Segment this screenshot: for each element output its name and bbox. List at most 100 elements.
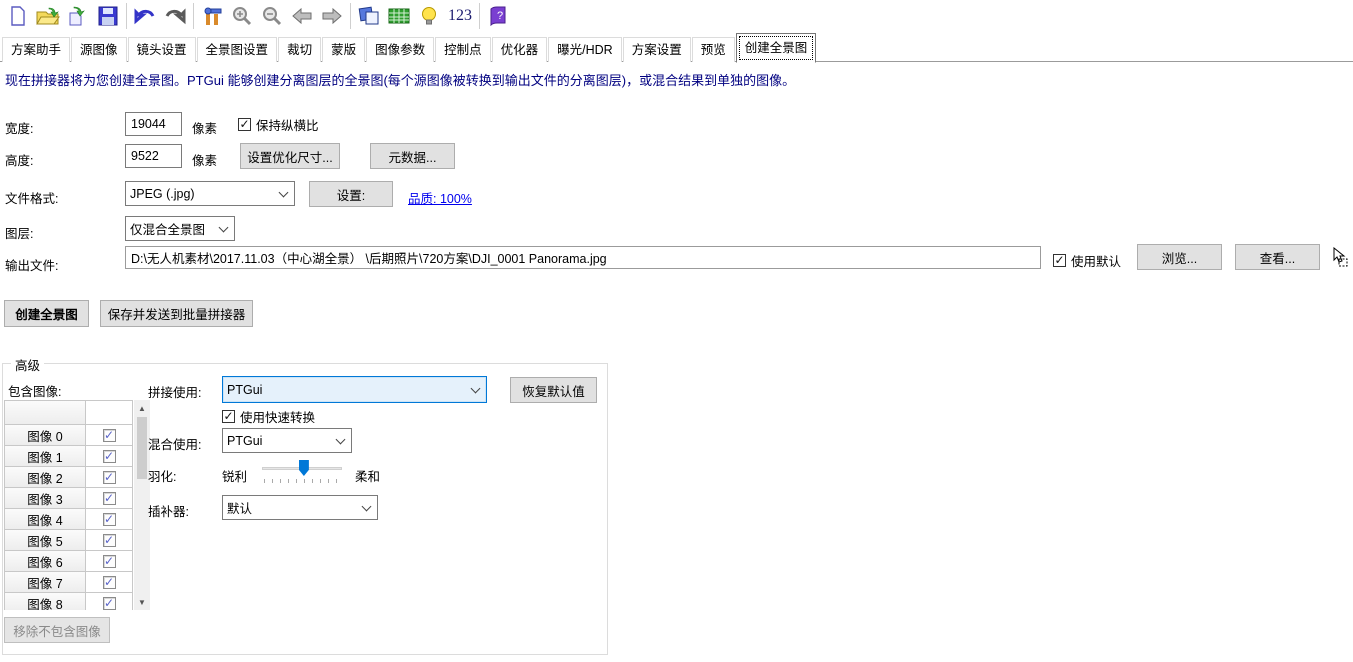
height-unit-label: 像素 [192,154,218,168]
apply-template-icon[interactable] [63,2,93,30]
tab-create-panorama[interactable]: 创建全景图 [735,33,817,63]
use-default-label: 使用默认 [1071,255,1122,269]
chevron-down-icon [335,434,346,444]
include-checkbox[interactable] [86,425,133,446]
main-toolbar: 123 ? [0,0,1353,31]
layers-select[interactable]: 仅混合全景图 [125,216,235,241]
checkbox-icon [1053,254,1066,267]
scroll-down-icon[interactable]: ▼ [134,594,150,610]
include-checkbox[interactable] [86,488,133,509]
table-row: 图像 5 [5,530,133,551]
numbers-icon[interactable]: 123 [444,7,476,25]
image-row-header[interactable]: 图像 1 [5,446,86,467]
image-row-header[interactable]: 图像 7 [5,572,86,593]
blend-using-select[interactable]: PTGui [222,428,352,453]
file-format-label: 文件格式: [5,192,59,206]
feather-max-label: 柔和 [355,470,381,484]
include-checkbox[interactable] [86,551,133,572]
keep-aspect-checkbox[interactable]: 保持纵横比 [238,115,319,134]
view-button[interactable]: 查看... [1235,244,1320,270]
zoom-out-icon[interactable] [257,2,287,30]
include-images-table: 图像 0 图像 1 图像 2 图像 3 图像 4 图像 5 图像 6 图像 7 … [4,400,150,610]
interpolator-select[interactable]: 默认 [222,495,378,520]
set-optimum-size-button[interactable]: 设置优化尺寸... [240,143,340,169]
image-row-header[interactable]: 图像 8 [5,593,86,610]
width-input[interactable] [125,112,182,136]
height-input[interactable] [125,144,182,168]
redo-icon[interactable] [160,2,190,30]
remove-unincluded-images-button[interactable]: 移除不包含图像 [4,617,110,643]
include-checkbox[interactable] [86,593,133,610]
tab-exposure-hdr[interactable]: 曝光/HDR [548,37,622,62]
format-settings-button[interactable]: 设置: [309,181,393,207]
output-file-input[interactable] [125,246,1041,269]
image-row-header[interactable]: 图像 3 [5,488,86,509]
tab-mask[interactable]: 蒙版 [322,37,366,62]
toolbar-separator [193,2,194,29]
create-panorama-button[interactable]: 创建全景图 [4,300,89,327]
detail-viewer-icon[interactable] [384,2,414,30]
metadata-button[interactable]: 元数据... [370,143,455,169]
toolbar-separator [350,2,351,29]
open-project-icon[interactable] [33,2,63,30]
panorama-editor-icon[interactable] [354,2,384,30]
undo-icon[interactable] [130,2,160,30]
table-row: 图像 7 [5,572,133,593]
tab-panorama-settings[interactable]: 全景图设置 [196,37,278,62]
tab-crop[interactable]: 裁切 [278,37,322,62]
next-icon[interactable] [317,2,347,30]
scrollbar-thumb[interactable] [137,417,147,479]
include-checkbox[interactable] [86,446,133,467]
tab-optimizer[interactable]: 优化器 [491,37,548,62]
mouse-cursor [1333,246,1349,270]
image-row-header[interactable]: 图像 6 [5,551,86,572]
tools-icon[interactable] [197,2,227,30]
restore-defaults-button[interactable]: 恢复默认值 [510,377,597,403]
table-header-row [5,401,133,425]
checkbox-icon [222,410,235,423]
feather-label: 羽化: [148,470,177,484]
include-checkbox[interactable] [86,467,133,488]
save-project-icon[interactable] [93,2,123,30]
table-row: 图像 4 [5,509,133,530]
advanced-group-title: 高级 [11,355,45,374]
slider-thumb[interactable] [298,460,309,476]
image-row-header[interactable]: 图像 5 [5,530,86,551]
tab-project-settings[interactable]: 方案设置 [622,37,691,62]
previous-icon[interactable] [287,2,317,30]
include-checkbox[interactable] [86,530,133,551]
stitch-using-select[interactable]: PTGui [222,376,487,403]
quality-link[interactable]: 品质: 100% [408,188,472,207]
tab-lens-settings[interactable]: 镜头设置 [127,37,196,62]
fast-transform-checkbox[interactable]: 使用快速转换 [222,407,315,426]
interpolator-value: 默认 [227,502,253,516]
use-default-checkbox[interactable]: 使用默认 [1053,251,1121,270]
zoom-in-icon[interactable] [227,2,257,30]
image-row-header[interactable]: 图像 0 [5,425,86,446]
new-project-icon[interactable] [3,2,33,30]
file-format-select[interactable]: JPEG (.jpg) [125,181,295,206]
tab-image-parameters[interactable]: 图像参数 [366,37,435,62]
tab-control-points[interactable]: 控制点 [435,37,491,62]
include-checkbox[interactable] [86,509,133,530]
help-icon[interactable]: ? [483,2,513,30]
height-label: 高度: [5,154,34,168]
hint-icon[interactable] [414,2,444,30]
browse-button[interactable]: 浏览... [1137,244,1222,270]
send-to-batch-stitcher-button[interactable]: 保存并发送到批量拼接器 [100,300,253,327]
include-checkbox[interactable] [86,572,133,593]
feather-slider[interactable] [262,460,344,484]
feather-min-label: 锐利 [222,470,248,484]
checked-checkbox-icon [102,533,116,547]
tab-project-assistant[interactable]: 方案助手 [2,37,71,62]
checked-checkbox-icon [102,575,116,589]
image-row-header[interactable]: 图像 4 [5,509,86,530]
output-file-label: 输出文件: [5,259,59,273]
scroll-up-icon[interactable]: ▲ [134,400,150,416]
tab-preview[interactable]: 预览 [691,37,735,62]
image-row-header[interactable]: 图像 2 [5,467,86,488]
tab-source-images[interactable]: 源图像 [71,37,127,62]
table-row: 图像 6 [5,551,133,572]
layers-label: 图层: [5,227,34,241]
table-row: 图像 0 [5,425,133,446]
